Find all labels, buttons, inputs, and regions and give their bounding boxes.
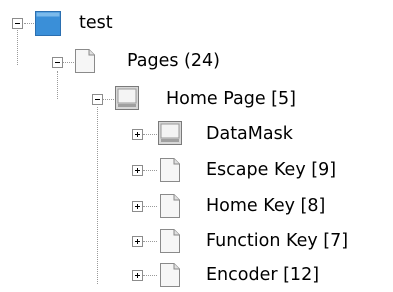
tree-node-label: Home Key [8] — [206, 196, 326, 216]
tree-node-label: Encoder [12] — [206, 265, 320, 285]
expand-toggle[interactable] — [132, 201, 143, 212]
tree-guide-line — [97, 107, 98, 284]
tree-node-label: Escape Key [9] — [206, 160, 337, 180]
tree-node-label: test — [79, 13, 113, 33]
expand-toggle[interactable] — [132, 129, 143, 140]
screen-page-icon — [158, 121, 182, 145]
page-icon — [160, 158, 180, 182]
tree-node-label: DataMask — [206, 124, 293, 144]
expand-toggle[interactable] — [132, 270, 143, 281]
tree-connector — [143, 206, 157, 207]
screen-page-icon — [115, 86, 139, 110]
expand-toggle[interactable] — [132, 236, 143, 247]
tree-guide-line — [57, 71, 58, 99]
blue-square-icon — [35, 11, 61, 36]
tree-connector — [63, 62, 74, 63]
tree-connector — [143, 134, 157, 135]
tree-node-label: Home Page [5] — [166, 89, 296, 109]
collapse-toggle[interactable] — [12, 18, 23, 29]
expand-toggle[interactable] — [132, 165, 143, 176]
tree-guide-line — [17, 30, 18, 65]
tree-node-label: Function Key [7] — [206, 231, 349, 251]
tree-connector — [143, 241, 157, 242]
page-icon — [75, 49, 95, 73]
tree-connector — [103, 99, 114, 100]
tree-connector — [24, 23, 34, 24]
tree-node-label: Pages (24) — [127, 51, 220, 71]
collapse-toggle[interactable] — [92, 94, 103, 105]
page-icon — [160, 194, 180, 218]
collapse-toggle[interactable] — [52, 57, 63, 68]
tree-connector — [143, 170, 157, 171]
page-icon — [160, 229, 180, 253]
tree-connector — [143, 275, 157, 276]
page-icon — [160, 263, 180, 287]
